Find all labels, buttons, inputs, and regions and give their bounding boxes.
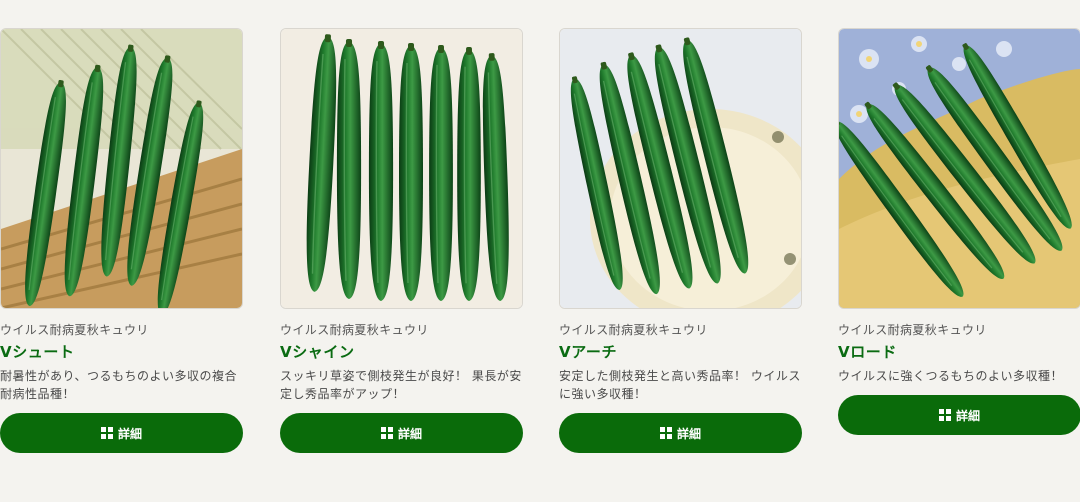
detail-button[interactable]: 詳細: [0, 413, 243, 453]
product-name[interactable]: Vシュート: [0, 342, 243, 362]
cucumber-basket-photo[interactable]: [0, 28, 243, 309]
product-category: ウイルス耐病夏秋キュウリ: [280, 323, 429, 337]
detail-button[interactable]: 詳細: [559, 413, 802, 453]
product-name[interactable]: Vシャイン: [280, 342, 523, 362]
detail-button-label: 詳細: [955, 408, 980, 423]
detail-button[interactable]: 詳細: [280, 413, 523, 453]
product-category: ウイルス耐病夏秋キュウリ: [559, 323, 708, 337]
grid-icon: [938, 409, 951, 421]
product-description: スッキリ草姿で側枝発生が良好！ 果長が安定し秀品率がアップ！: [280, 369, 522, 401]
grid-icon: [659, 427, 672, 439]
product-card: ウイルス耐病夏秋キュウリ Vシュート 耐暑性があり、つるもちのよい多収の複合耐病…: [0, 28, 243, 453]
detail-button-label: 詳細: [397, 426, 422, 441]
product-list: ウイルス耐病夏秋キュウリ Vシュート 耐暑性があり、つるもちのよい多収の複合耐病…: [0, 0, 1080, 502]
cucumber-row-photo[interactable]: [280, 28, 523, 309]
product-name[interactable]: Vロード: [838, 342, 1080, 362]
cucumber-plate-photo[interactable]: [559, 28, 802, 309]
product-card: ウイルス耐病夏秋キュウリ Vロード ウイルスに強くつるもちのよい多収種！ 詳細: [838, 28, 1080, 435]
grid-icon: [100, 427, 113, 439]
detail-button-label: 詳細: [117, 426, 142, 441]
product-card: ウイルス耐病夏秋キュウリ Vシャイン スッキリ草姿で側枝発生が良好！ 果長が安定…: [280, 28, 523, 453]
detail-button-label: 詳細: [676, 426, 701, 441]
product-description: 安定した側枝発生と高い秀品率！ ウイルスに強い多収種！: [559, 369, 801, 401]
product-name[interactable]: Vアーチ: [559, 342, 802, 362]
product-category: ウイルス耐病夏秋キュウリ: [0, 323, 149, 337]
product-description: 耐暑性があり、つるもちのよい多収の複合耐病性品種！: [0, 369, 238, 401]
detail-button[interactable]: 詳細: [838, 395, 1080, 435]
product-category: ウイルス耐病夏秋キュウリ: [838, 323, 987, 337]
cucumber-cloth-basket-photo[interactable]: [838, 28, 1080, 309]
product-card: ウイルス耐病夏秋キュウリ Vアーチ 安定した側枝発生と高い秀品率！ ウイルスに強…: [559, 28, 802, 453]
grid-icon: [380, 427, 393, 439]
product-description: ウイルスに強くつるもちのよい多収種！: [838, 369, 1064, 383]
